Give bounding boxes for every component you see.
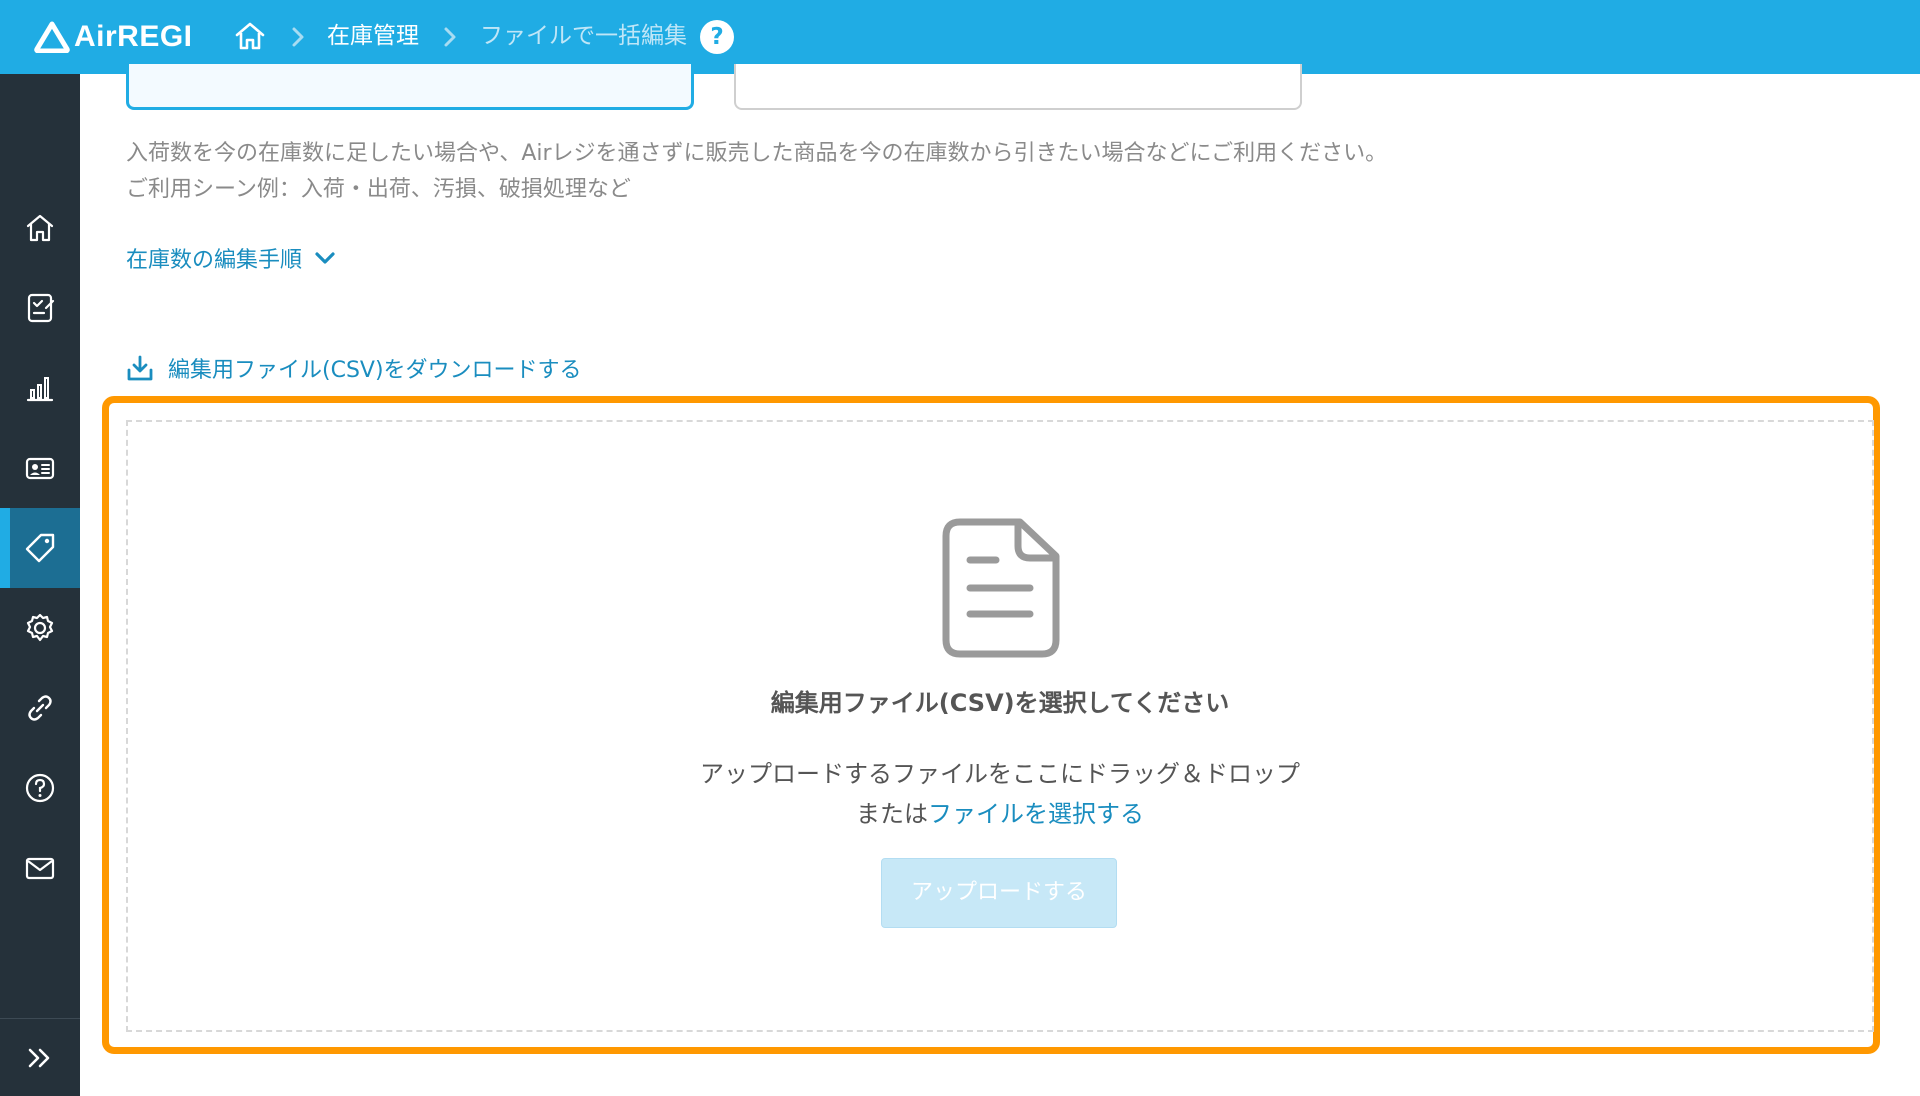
gear-icon (26, 613, 54, 642)
sidebar-divider (0, 1018, 80, 1019)
description-line: 入荷数を今の在庫数に足したい場合や、Airレジを通さずに販売した商品を今の在庫数… (126, 141, 1388, 166)
sidebar (0, 74, 80, 1096)
question-icon (25, 773, 55, 803)
sidebar-item-id-card[interactable] (0, 428, 80, 508)
breadcrumb-bulk-edit: ファイルで一括編集 (480, 23, 687, 49)
select-file-link[interactable]: ファイルを選択する (928, 800, 1144, 828)
description: 入荷数を今の在庫数に足したい場合や、Airレジを通さずに販売した商品を今の在庫数… (126, 136, 1387, 208)
file-dropzone[interactable] (126, 420, 1874, 1032)
chevron-down-icon (315, 252, 335, 264)
top-header: AirREGI 在庫管理 ファイルで一括編集 ? (0, 0, 1920, 74)
upload-button[interactable]: アップロードする (881, 858, 1117, 928)
tag-icon (25, 533, 55, 563)
mode-card[interactable] (734, 64, 1302, 110)
sidebar-item-tag[interactable] (0, 508, 80, 588)
logo-text: AirREGI (74, 20, 193, 53)
dropzone-hint-line: アップロードするファイルをここにドラッグ＆ドロップ (700, 760, 1300, 788)
bar-chart-icon (26, 377, 54, 402)
chevron-right-icon (444, 27, 456, 47)
sidebar-item-checklist[interactable] (0, 268, 80, 348)
link-icon (28, 695, 52, 721)
download-icon (127, 355, 153, 381)
sidebar-item-question[interactable] (0, 748, 80, 828)
double-chevron-right-icon (28, 1048, 50, 1068)
chevron-right-icon (292, 27, 304, 47)
checklist-icon (27, 293, 55, 323)
description-line: ご利用シーン例：入荷・出荷、汚損、破損処理など (126, 177, 631, 202)
sidebar-item-bar-chart[interactable] (0, 348, 80, 428)
download-csv-label: 編集用ファイル(CSV)をダウンロードする (168, 358, 582, 383)
sidebar-item-home[interactable] (0, 188, 80, 268)
hint-prefix: または (856, 800, 928, 828)
edit-steps-label: 在庫数の編集手順 (126, 248, 303, 273)
dropzone-hint: アップロードするファイルをここにドラッグ＆ドロップ またはファイルを選択する (126, 754, 1874, 834)
main-content: 入荷数を今の在庫数に足したい場合や、Airレジを通さずに販売した商品を今の在庫数… (80, 64, 1920, 1096)
dropzone-hint-line: またはファイルを選択する (126, 794, 1874, 834)
sidebar-item-gear[interactable] (0, 588, 80, 668)
document-icon (942, 518, 1060, 658)
breadcrumb-inventory[interactable]: 在庫管理 (327, 20, 419, 52)
mail-icon (25, 857, 55, 880)
airregi-logo[interactable]: AirREGI (34, 18, 193, 56)
sidebar-item-mail[interactable] (0, 828, 80, 908)
mode-card-selected[interactable] (126, 64, 694, 110)
id-card-icon (25, 457, 55, 480)
sidebar-expand-button[interactable] (0, 1020, 80, 1096)
home-icon (26, 214, 54, 242)
download-csv-link[interactable]: 編集用ファイル(CSV)をダウンロードする (126, 352, 582, 384)
home-icon[interactable] (232, 18, 268, 54)
help-icon[interactable]: ? (700, 20, 734, 54)
sidebar-item-link[interactable] (0, 668, 80, 748)
dropzone-title: 編集用ファイル(CSV)を選択してください (770, 689, 1230, 717)
airregi-logo-icon (34, 21, 70, 53)
edit-steps-toggle[interactable]: 在庫数の編集手順 (126, 242, 336, 274)
